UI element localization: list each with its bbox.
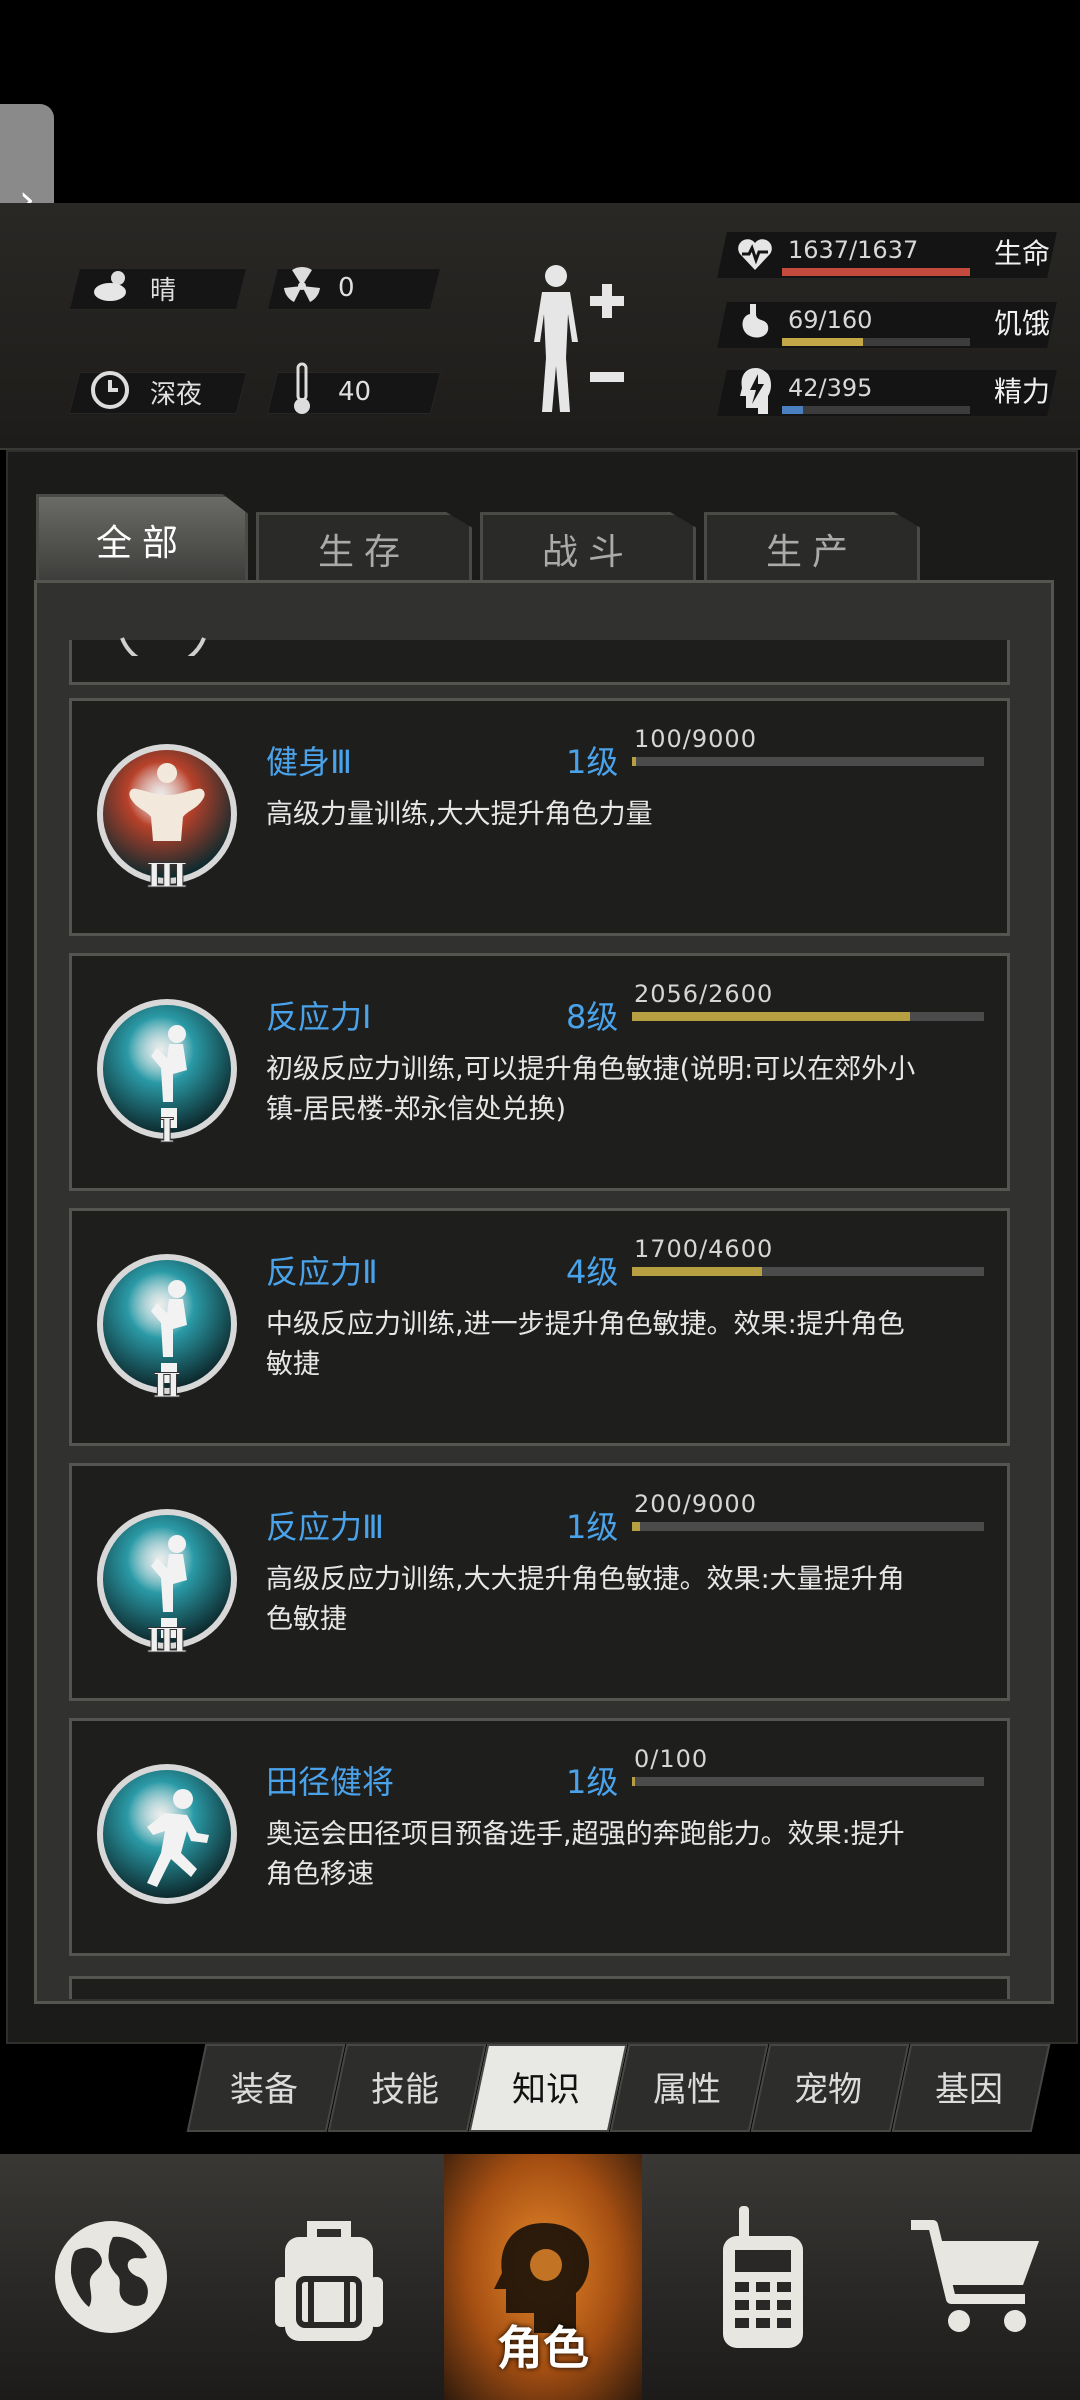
cloud-sun-icon [94,271,126,301]
hunger-bar-fill [782,338,863,346]
skill-level: 1级 [566,743,619,781]
skill-name: 反应力Ⅲ [266,1508,385,1546]
walkie-talkie-icon [723,2206,803,2348]
cart-icon [911,2220,1039,2332]
subtab-0[interactable]: 装备 [196,2044,332,2128]
skill-description: 初级反应力训练,可以提升角色敏捷(说明:可以在郊外小镇-居民楼-郑永信处兑换) [266,1054,916,1125]
nav-radio-button[interactable] [690,2154,836,2400]
skill-progress-text: 100/9000 [634,725,757,753]
skill-level: 1级 [566,1763,619,1801]
skill-name: 田径健将 [266,1763,395,1801]
skill-card[interactable]: Ⅲ 健身Ⅲ 1级 100/9000 高级力量训练,大大提升角色力量 [69,698,1010,936]
skill-progress-fill [632,1012,911,1021]
skill-card[interactable]: 田径健将 1级 0/100 奥运会田径项目预备选手,超强的奔跑能力。效果:提升角色移速 [69,1718,1010,1956]
tab-survival[interactable]: 生存 [256,512,472,583]
skill-progress-bar [632,1777,984,1786]
weather-label: 晴 [150,275,177,306]
list-item [69,1976,1010,1999]
bodybuilder-icon: Ⅲ [97,744,237,897]
list-item [69,640,1010,685]
subtab-2[interactable]: 知识 [478,2044,614,2128]
hunger-label: 饥饿 [994,307,1051,340]
stomach-icon [742,304,769,338]
skill-progress-fill [632,1777,635,1786]
nav-character-button[interactable]: 角色 [470,2154,616,2400]
globe-icon [55,2221,167,2333]
svg-text:Ⅱ: Ⅱ [153,1366,182,1406]
heartbeat-icon [738,239,772,270]
energy-bar [782,406,970,414]
energy-bar-fill [782,406,803,414]
skill-description: 奥运会田径项目预备选手,超强的奔跑能力。效果:提升角色移速 [266,1819,905,1890]
nav-backpack-button[interactable] [256,2154,402,2400]
energy-value: 42/395 [788,374,873,402]
hunger-bar [782,338,970,346]
skill-description: 高级力量训练,大大提升角色力量 [266,799,653,830]
runner-icon [97,1764,237,1904]
svg-text:Ⅲ: Ⅲ [146,1621,187,1661]
head-energy-icon [740,368,771,414]
nav-map-button[interactable] [38,2154,184,2400]
nav-shop-button[interactable] [904,2154,1050,2400]
energy-label: 精力 [994,375,1051,408]
radiation-icon [284,266,320,302]
subtab-1[interactable]: 技能 [337,2044,473,2128]
svg-text:Ⅰ: Ⅰ [159,1111,175,1151]
skill-progress-fill [632,757,636,766]
skill-level: 8级 [566,998,619,1036]
body-figure-icon[interactable] [520,262,624,422]
jumping-man-icon: Ⅰ [97,999,237,1152]
skill-card[interactable]: Ⅱ 反应力Ⅱ 4级 1700/4600 中级反应力训练,进一步提升角色敏捷。效果:提升角… [69,1208,1010,1446]
skill-progress-bar [632,1012,984,1021]
health-bar-fill [782,268,970,276]
skill-level: 4级 [566,1253,619,1291]
jumping-man-icon: Ⅱ [97,1254,237,1407]
radiation-value: 0 [338,273,355,303]
hunger-value: 69/160 [788,306,873,334]
skill-progress-text: 1700/4600 [634,1235,774,1263]
skill-level: 1级 [566,1508,619,1546]
tab-production[interactable]: 生产 [704,512,920,583]
skill-progress-text: 200/9000 [634,1490,757,1518]
skill-card[interactable]: Ⅰ 反应力Ⅰ 8级 2056/2600 初级反应力训练,可以提升角色敏捷(说明:可以在郊… [69,953,1010,1191]
character-subtabs: 装备 技能 知识 属性 宠物 基因 [186,2044,1062,2132]
jumping-man-icon: Ⅲ [97,1509,237,1662]
skill-progress-text: 0/100 [634,1745,709,1773]
time-label: 深夜 [150,379,203,410]
tab-all[interactable]: 全部 [36,494,248,583]
skill-card[interactable]: Ⅲ 反应力Ⅲ 1级 200/9000 高级反应力训练,大大提升角色敏捷。效果:大量提升角… [69,1463,1010,1701]
health-bar [782,268,970,276]
skill-description: 高级反应力训练,大大提升角色敏捷。效果:大量提升角色敏捷 [266,1564,905,1635]
clock-icon [91,371,129,409]
skill-description: 中级反应力训练,进一步提升角色敏捷。效果:提升角色敏捷 [266,1309,905,1380]
skill-progress-bar [632,1522,984,1531]
skill-progress-bar [632,757,984,766]
skill-progress-fill [632,1522,640,1531]
skill-progress-bar [632,1267,984,1276]
svg-text:Ⅲ: Ⅲ [146,856,187,896]
nav-character-label: 角色 [497,2321,589,2375]
skill-name: 健身Ⅲ [266,743,353,781]
temperature-value: 40 [338,377,372,407]
health-label: 生命 [994,237,1051,270]
medal-edge [120,637,206,656]
skill-progress-fill [632,1267,763,1276]
tab-combat[interactable]: 战斗 [480,512,696,583]
health-value: 1637/1637 [788,236,919,264]
subtab-4[interactable]: 宠物 [760,2044,896,2128]
skill-name: 反应力Ⅰ [266,998,372,1036]
skill-name: 反应力Ⅱ [266,1253,378,1291]
subtab-3[interactable]: 属性 [619,2044,755,2128]
backpack-icon [275,2221,383,2341]
thermometer-icon [294,362,310,414]
skill-progress-text: 2056/2600 [634,980,774,1008]
subtab-5[interactable]: 基因 [901,2044,1037,2128]
